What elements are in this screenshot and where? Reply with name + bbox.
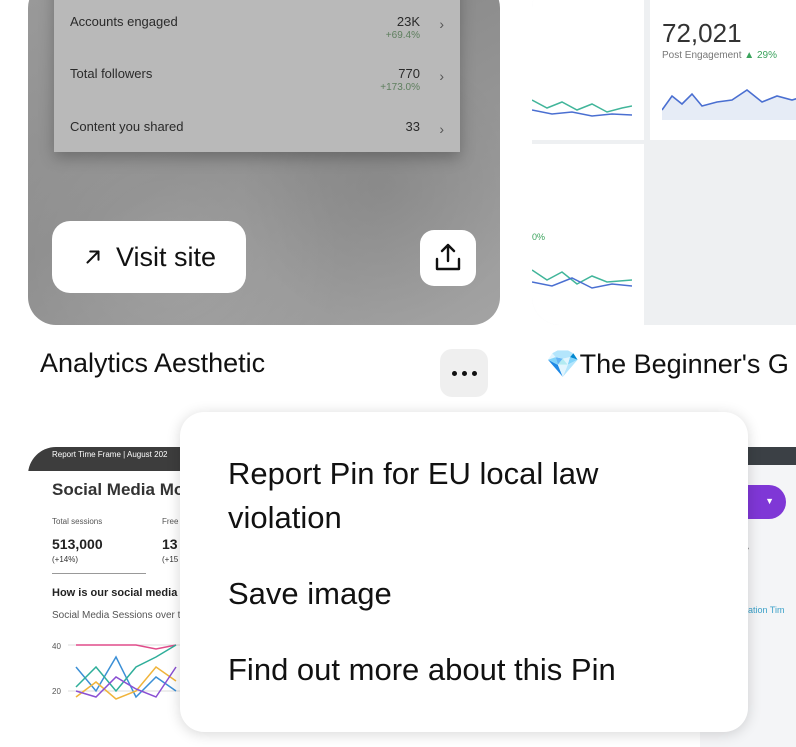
report-question: How is our social media xyxy=(52,587,178,599)
stat-change: (+14%) xyxy=(52,555,79,564)
stat-value: 33 xyxy=(405,119,420,134)
stat-value: 23K xyxy=(396,14,420,29)
visit-site-label: Visit site xyxy=(115,241,217,272)
stat-change: +69.4% xyxy=(385,30,420,41)
stat-change: (+15 xyxy=(162,555,179,564)
stat-row: Accounts engaged 23K +69.4% › xyxy=(54,4,460,44)
pin-report-preview: Accounts engaged 23K +69.4% › Total foll… xyxy=(54,0,460,152)
stat-label: Free xyxy=(162,517,179,526)
side-percent: 0% xyxy=(532,232,546,242)
report-pin-menu-item[interactable]: Report Pin for EU local law violation xyxy=(228,452,688,540)
share-button[interactable] xyxy=(420,230,476,286)
stat-label: Total sessions xyxy=(52,517,103,526)
share-icon xyxy=(435,243,461,271)
pin-card-beginners[interactable]: 72,021 Post Engagement ▲ 29% 0% xyxy=(532,0,796,325)
stat-value: 770 xyxy=(398,66,420,81)
chevron-right-icon: › xyxy=(439,121,444,137)
find-out-more-menu-item[interactable]: Find out more about this Pin xyxy=(228,648,616,692)
engagement-change: ▲ 29% xyxy=(744,50,777,61)
caret-down-icon: ▼ xyxy=(765,496,774,506)
axis-tick-label: 20 xyxy=(52,687,61,696)
stat-label: Accounts engaged xyxy=(70,14,178,29)
caption-text: ation Tim xyxy=(748,605,785,615)
chevron-right-icon: › xyxy=(439,68,444,84)
stat-label: Content you shared xyxy=(70,119,184,134)
divider xyxy=(52,573,146,574)
stat-value: 13 xyxy=(162,536,178,552)
dot-icon xyxy=(471,370,477,376)
engagement-sparkline xyxy=(662,89,796,120)
stat-label: Total followers xyxy=(70,66,153,81)
dot-icon xyxy=(451,370,457,376)
engagement-number: 72,021 xyxy=(662,18,742,48)
more-options-button[interactable] xyxy=(440,349,488,397)
stat-row: Total followers 770 +173.0% › xyxy=(54,56,460,96)
arrow-up-right-icon xyxy=(86,250,100,264)
pin-title[interactable]: 💎The Beginner's G xyxy=(546,348,789,380)
dot-icon xyxy=(461,370,467,376)
engagement-label-text: Post Engagement xyxy=(662,50,742,61)
sparkline-chart xyxy=(532,99,632,117)
chevron-right-icon: › xyxy=(439,16,444,32)
sparkline-chart xyxy=(532,269,632,289)
pin-card-analytics[interactable]: Accounts engaged 23K +69.4% › Total foll… xyxy=(28,0,500,325)
save-image-menu-item[interactable]: Save image xyxy=(228,572,392,616)
axis-tick-label: 40 xyxy=(52,642,61,651)
stat-value: 513,000 xyxy=(52,536,103,552)
stat-change: +173.0% xyxy=(380,82,420,93)
chart-subtitle: Social Media Sessions over th xyxy=(52,610,186,621)
stat-row: Content you shared 33 › xyxy=(54,109,460,149)
visit-site-button[interactable]: Visit site xyxy=(52,221,246,293)
report-title: Social Media Mo xyxy=(52,480,185,499)
pin-options-menu: Report Pin for EU local law violation Sa… xyxy=(180,412,748,732)
pin-title[interactable]: Analytics Aesthetic xyxy=(40,348,265,379)
engagement-label: Post Engagement ▲ 29% xyxy=(662,50,777,61)
